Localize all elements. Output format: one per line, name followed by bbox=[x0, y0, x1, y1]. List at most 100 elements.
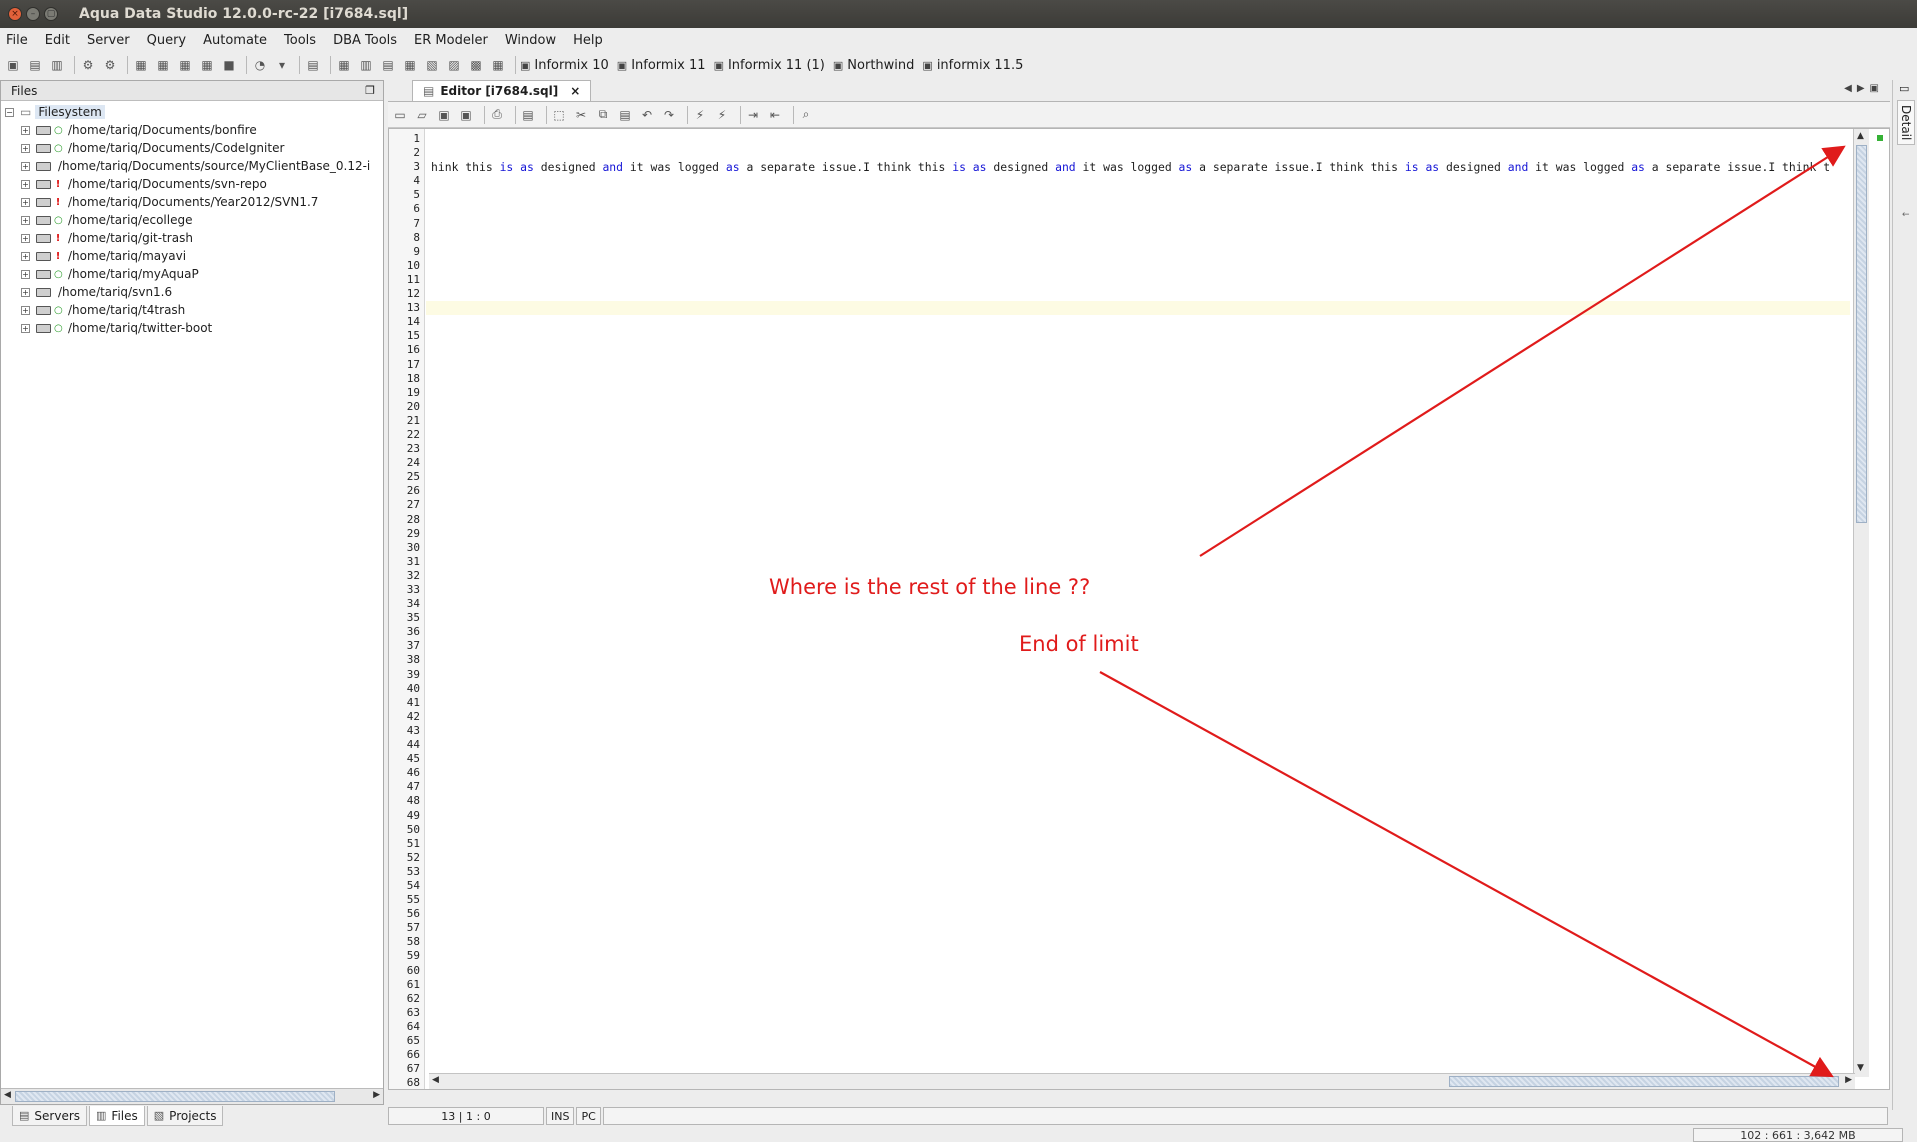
layout-2-icon[interactable]: ▥ bbox=[357, 56, 375, 74]
sql-icon[interactable]: ▤ bbox=[304, 56, 322, 74]
dropdown-arrow-icon[interactable]: ▾ bbox=[273, 56, 291, 74]
scroll-thumb[interactable] bbox=[1856, 145, 1867, 523]
cut-icon[interactable]: ✂ bbox=[573, 106, 589, 124]
tree-item[interactable]: +! /home/tariq/Documents/Year2012/SVN1.7 bbox=[1, 193, 383, 211]
tree-item[interactable]: +! /home/tariq/git-trash bbox=[1, 229, 383, 247]
layout-1-icon[interactable]: ▦ bbox=[335, 56, 353, 74]
scroll-thumb[interactable] bbox=[15, 1091, 335, 1102]
collapse-icon[interactable]: − bbox=[5, 107, 14, 117]
execute-all-icon[interactable]: ⚡ bbox=[714, 106, 730, 124]
menu-file[interactable]: File bbox=[6, 33, 28, 48]
scroll-left-icon[interactable]: ◀ bbox=[4, 1090, 11, 1100]
save-as-icon[interactable]: ▣ bbox=[458, 106, 474, 124]
server-informix-11[interactable]: ▣ Informix 11 bbox=[617, 58, 706, 73]
find-icon[interactable]: ⌕ bbox=[798, 106, 814, 124]
paste-icon[interactable]: ▤ bbox=[617, 106, 633, 124]
menu-window[interactable]: Window bbox=[505, 33, 556, 48]
editor-horizontal-scrollbar[interactable]: ◀ ▶ bbox=[429, 1073, 1855, 1089]
expand-icon[interactable]: + bbox=[21, 179, 30, 189]
new-file-icon[interactable]: ▭ bbox=[392, 106, 408, 124]
tree-item[interactable]: + /home/tariq/svn1.6 bbox=[1, 283, 383, 301]
maximize-window-icon[interactable]: ▢ bbox=[44, 7, 58, 21]
expand-icon[interactable]: + bbox=[21, 323, 30, 333]
restore-panel-icon[interactable]: ❐ bbox=[365, 84, 375, 97]
copy-icon[interactable]: ⧉ bbox=[595, 106, 611, 124]
scroll-right-icon[interactable]: ▶ bbox=[373, 1090, 380, 1100]
editor-text-area[interactable]: 1 2 3 4 5 6 7 8 9 10 11 12 13 14 15 16 17 18 19 20 21 22 23 24 2… bbox=[388, 128, 1890, 1090]
expand-icon[interactable]: + bbox=[21, 197, 30, 207]
tree-item[interactable]: + ○ /home/tariq/Documents/bonfire bbox=[1, 121, 383, 139]
close-window-icon[interactable]: × bbox=[8, 7, 22, 21]
tree-item[interactable]: +! /home/tariq/Documents/svn-repo bbox=[1, 175, 383, 193]
connect-icon[interactable]: ⚙ bbox=[79, 56, 97, 74]
query-window-icon[interactable]: ▦ bbox=[132, 56, 150, 74]
tab-files[interactable]: ▥ Files bbox=[89, 1106, 145, 1126]
menu-automate[interactable]: Automate bbox=[203, 33, 267, 48]
minimize-window-icon[interactable]: – bbox=[26, 7, 40, 21]
register-server-icon[interactable]: ▥ bbox=[48, 56, 66, 74]
print-icon[interactable]: ⎙ bbox=[489, 106, 505, 124]
scroll-left-icon[interactable]: ◀ bbox=[432, 1075, 439, 1085]
scroll-up-icon[interactable]: ▲ bbox=[1857, 131, 1864, 141]
layout-3-icon[interactable]: ▤ bbox=[379, 56, 397, 74]
layout-8-icon[interactable]: ▦ bbox=[489, 56, 507, 74]
format-icon[interactable]: ⇤ bbox=[767, 106, 783, 124]
table-editor-icon[interactable]: ▦ bbox=[176, 56, 194, 74]
files-horizontal-scrollbar[interactable]: ◀ ▶ bbox=[1, 1088, 383, 1104]
redo-icon[interactable]: ↷ bbox=[661, 106, 677, 124]
scroll-down-icon[interactable]: ▼ bbox=[1857, 1063, 1864, 1073]
tab-navigation-icons[interactable]: ◀▶▣ bbox=[1844, 83, 1884, 94]
execute-icon[interactable]: ⚡ bbox=[692, 106, 708, 124]
menu-help[interactable]: Help bbox=[573, 33, 603, 48]
undo-icon[interactable]: ↶ bbox=[639, 106, 655, 124]
expand-icon[interactable]: + bbox=[21, 161, 30, 171]
close-tab-icon[interactable]: × bbox=[570, 84, 580, 98]
layout-5-icon[interactable]: ▧ bbox=[423, 56, 441, 74]
new-server-icon[interactable]: ▣ bbox=[4, 56, 22, 74]
tree-item[interactable]: + ○ /home/tariq/ecollege bbox=[1, 211, 383, 229]
expand-icon[interactable]: + bbox=[21, 251, 30, 261]
scroll-thumb[interactable] bbox=[1449, 1076, 1839, 1087]
menu-query[interactable]: Query bbox=[147, 33, 187, 48]
tree-item[interactable]: + ○ /home/tariq/twitter-boot bbox=[1, 319, 383, 337]
server-informix-10[interactable]: ▣ Informix 10 bbox=[520, 58, 609, 73]
expand-icon[interactable]: + bbox=[21, 269, 30, 279]
menu-server[interactable]: Server bbox=[87, 33, 130, 48]
menu-er-modeler[interactable]: ER Modeler bbox=[414, 33, 488, 48]
history-icon[interactable]: ◔ bbox=[251, 56, 269, 74]
expand-arrow-icon[interactable]: ← bbox=[1902, 210, 1910, 220]
tree-item[interactable]: + ○ /home/tariq/myAquaP bbox=[1, 265, 383, 283]
server-northwind[interactable]: ▣ Northwind bbox=[833, 58, 915, 73]
panel-toggle-icon[interactable]: ▭ bbox=[1899, 82, 1909, 95]
editor-vertical-scrollbar[interactable]: ▲ ▼ bbox=[1853, 129, 1869, 1077]
save-icon[interactable]: ▣ bbox=[436, 106, 452, 124]
server-informix-11-1[interactable]: ▣ Informix 11 (1) bbox=[714, 58, 825, 73]
layout-6-icon[interactable]: ▨ bbox=[445, 56, 463, 74]
select-all-icon[interactable]: ⬚ bbox=[551, 106, 567, 124]
code-content[interactable]: hink this is as designed and it was logg… bbox=[431, 132, 1845, 1077]
tree-item[interactable]: + /home/tariq/Documents/source/MyClientBa… bbox=[1, 157, 383, 175]
schema-browser-icon[interactable]: ▦ bbox=[198, 56, 216, 74]
tab-servers[interactable]: ▤ Servers bbox=[12, 1106, 88, 1126]
expand-icon[interactable]: + bbox=[21, 143, 30, 153]
menu-edit[interactable]: Edit bbox=[45, 33, 70, 48]
open-file-icon[interactable]: ▱ bbox=[414, 106, 430, 124]
edit-server-icon[interactable]: ▤ bbox=[26, 56, 44, 74]
expand-icon[interactable]: + bbox=[21, 233, 30, 243]
tab-projects[interactable]: ▧ Projects bbox=[146, 1106, 224, 1126]
menu-tools[interactable]: Tools bbox=[284, 33, 316, 48]
editor-tab[interactable]: ▤ Editor [i7684.sql] × bbox=[412, 80, 592, 101]
server-informix-11-5[interactable]: ▣ informix 11.5 bbox=[922, 58, 1023, 73]
query-analyzer-icon[interactable]: ▦ bbox=[154, 56, 172, 74]
expand-icon[interactable]: + bbox=[21, 125, 30, 135]
layout-7-icon[interactable]: ▩ bbox=[467, 56, 485, 74]
expand-icon[interactable]: + bbox=[21, 287, 30, 297]
tree-item[interactable]: + ○ /home/tariq/t4trash bbox=[1, 301, 383, 319]
print-preview-icon[interactable]: ▤ bbox=[520, 106, 536, 124]
menu-dba-tools[interactable]: DBA Tools bbox=[333, 33, 397, 48]
disconnect-icon[interactable]: ⚙ bbox=[101, 56, 119, 74]
expand-icon[interactable]: + bbox=[21, 305, 30, 315]
tree-root-filesystem[interactable]: − ▭ Filesystem bbox=[1, 103, 383, 121]
detail-tab[interactable]: Detail bbox=[1897, 100, 1915, 146]
expand-icon[interactable]: + bbox=[21, 215, 30, 225]
